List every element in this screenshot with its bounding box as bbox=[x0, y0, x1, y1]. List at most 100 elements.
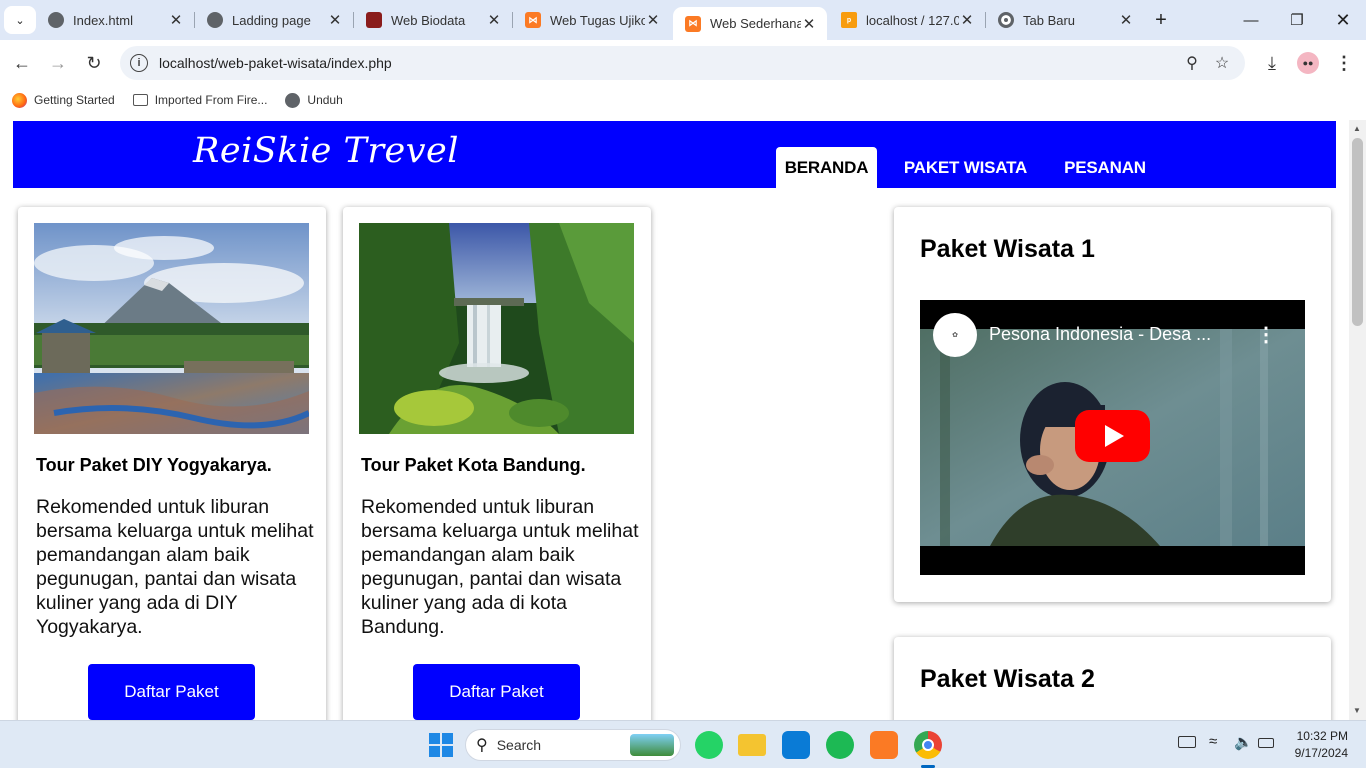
video-title[interactable]: Pesona Indonesia - Desa ... bbox=[989, 324, 1211, 345]
bookmark-imported-folder[interactable]: Imported From Fire... bbox=[132, 93, 267, 107]
play-icon bbox=[1105, 425, 1124, 447]
profile-button[interactable]: ●● bbox=[1293, 48, 1323, 78]
tour-photo-yogyakarta bbox=[34, 223, 309, 434]
bookmark-unduh[interactable]: Unduh bbox=[285, 92, 343, 108]
tab-ladding-page[interactable]: Ladding page ✕ bbox=[195, 0, 353, 40]
chrome-taskbar-icon[interactable] bbox=[914, 731, 942, 759]
start-button[interactable] bbox=[427, 731, 455, 759]
volume-icon[interactable]: 🔈 bbox=[1234, 733, 1253, 751]
new-tab-button[interactable]: + bbox=[1144, 0, 1178, 40]
downloads-button[interactable]: ⤓ bbox=[1257, 48, 1287, 78]
youtube-video-embed[interactable]: ✿ Pesona Indonesia - Desa ... ⋮ bbox=[920, 300, 1305, 575]
file-explorer-taskbar-icon[interactable] bbox=[738, 734, 766, 756]
site-navbar: ReiSkie Trevel BERANDA PAKET WISATA PESA… bbox=[13, 121, 1336, 188]
chrome-icon bbox=[998, 12, 1014, 28]
taskbar-search-box[interactable]: ⚲ Search bbox=[465, 729, 681, 761]
daftar-paket-button[interactable]: Daftar Paket bbox=[88, 664, 255, 720]
close-icon[interactable]: ✕ bbox=[801, 15, 817, 33]
windows-logo-icon bbox=[429, 733, 453, 757]
bookmark-star-icon[interactable]: ☆ bbox=[1207, 53, 1237, 73]
paket-title: Paket Wisata 2 bbox=[920, 665, 1095, 693]
kebab-menu-icon: ⋮ bbox=[1335, 52, 1353, 73]
tour-card-description: Rekomended untuk liburan bersama keluarg… bbox=[361, 496, 639, 638]
clock-date[interactable]: 9/17/2024 bbox=[1280, 746, 1348, 760]
tab-web-biodata[interactable]: Web Biodata ✕ bbox=[354, 0, 512, 40]
tour-card-yogyakarta: Tour Paket DIY Yogyakarya. Rekomended un… bbox=[18, 207, 326, 720]
close-icon[interactable]: ✕ bbox=[168, 11, 184, 29]
nav-pesanan[interactable]: PESANAN bbox=[1053, 147, 1157, 188]
scrollbar-thumb[interactable] bbox=[1352, 138, 1363, 326]
chevron-down-icon: ⌄ bbox=[15, 14, 25, 27]
bookmark-getting-started[interactable]: Getting Started bbox=[12, 92, 115, 108]
tab-index-html[interactable]: Index.html ✕ bbox=[36, 0, 194, 40]
site-brand[interactable]: ReiSkie Trevel bbox=[193, 131, 459, 171]
close-icon[interactable]: ✕ bbox=[1118, 11, 1134, 29]
firefox-icon bbox=[12, 92, 27, 108]
tab-web-tugas-ujikom[interactable]: ⋈ Web Tugas Ujikom ✕ bbox=[513, 0, 671, 40]
address-bar[interactable]: i localhost/web-paket-wisata/index.php ⚲… bbox=[120, 46, 1245, 80]
paket-title: Paket Wisata 1 bbox=[920, 235, 1095, 263]
tab-web-sederhana[interactable]: ⋈ Web Sederhana ✕ bbox=[673, 7, 827, 40]
folder-icon bbox=[132, 94, 148, 106]
bookmarks-bar: Getting Started Imported From Fire... Un… bbox=[0, 86, 1366, 114]
close-icon[interactable]: ✕ bbox=[645, 11, 661, 29]
restore-button[interactable]: ❐ bbox=[1274, 0, 1320, 40]
mountain-landscape-image bbox=[34, 223, 309, 434]
keyboard-icon[interactable] bbox=[1178, 736, 1196, 748]
clock-time[interactable]: 10:32 PM bbox=[1290, 729, 1348, 743]
scroll-up-arrow[interactable]: ▲ bbox=[1353, 124, 1361, 133]
search-icon: ⚲ bbox=[476, 737, 488, 754]
search-placeholder: Search bbox=[496, 737, 542, 753]
page-viewport: ReiSkie Trevel BERANDA PAKET WISATA PESA… bbox=[0, 114, 1349, 720]
forward-button[interactable]: → bbox=[43, 48, 73, 78]
tour-card-title: Tour Paket Kota Bandung. bbox=[361, 455, 586, 475]
tab-phpmyadmin[interactable]: p localhost / 127.0 ✕ bbox=[829, 0, 985, 40]
phpmyadmin-icon: p bbox=[841, 12, 857, 28]
channel-avatar[interactable]: ✿ bbox=[933, 313, 977, 357]
reload-button[interactable]: ↻ bbox=[79, 48, 109, 78]
chrome-center-dot bbox=[922, 739, 934, 751]
menu-button[interactable]: ⋮ bbox=[1329, 48, 1359, 78]
paket-wisata-2-panel: Paket Wisata 2 bbox=[894, 637, 1331, 720]
zoom-icon[interactable]: ⚲ bbox=[1177, 53, 1207, 73]
tab-strip: ⌄ Index.html ✕ Ladding page ✕ Web Biodat… bbox=[0, 0, 1366, 40]
page-scrollbar[interactable]: ▲ ▼ bbox=[1349, 120, 1366, 720]
back-button[interactable]: ← bbox=[7, 48, 37, 78]
tour-card-title: Tour Paket DIY Yogyakarya. bbox=[36, 455, 272, 475]
minimize-button[interactable]: — bbox=[1228, 0, 1274, 40]
paket-wisata-1-panel: Paket Wisata 1 ✿ Pesona Indonesia - Desa… bbox=[894, 207, 1331, 602]
xampp-taskbar-icon[interactable] bbox=[870, 731, 898, 759]
scroll-down-arrow[interactable]: ▼ bbox=[1353, 706, 1361, 715]
whatsapp-taskbar-icon[interactable] bbox=[695, 731, 723, 759]
tour-card-bandung: Tour Paket Kota Bandung. Rekomended untu… bbox=[343, 207, 651, 720]
reload-icon: ↻ bbox=[86, 52, 102, 73]
nav-beranda[interactable]: BERANDA bbox=[776, 147, 877, 188]
tab-search-button[interactable]: ⌄ bbox=[4, 6, 36, 34]
restore-icon: ❐ bbox=[1290, 12, 1304, 29]
arrow-right-icon: → bbox=[49, 52, 67, 73]
close-icon[interactable]: ✕ bbox=[959, 11, 975, 29]
tab-tab-baru[interactable]: Tab Baru ✕ bbox=[986, 0, 1144, 40]
close-icon[interactable]: ✕ bbox=[327, 11, 343, 29]
browser-toolbar: ← → ↻ i localhost/web-paket-wisata/index… bbox=[0, 40, 1366, 86]
kebab-menu-icon[interactable]: ⋮ bbox=[1256, 322, 1276, 347]
battery-icon[interactable] bbox=[1258, 738, 1274, 748]
plus-icon: + bbox=[1155, 8, 1167, 31]
arrow-left-icon: ← bbox=[13, 52, 31, 73]
globe-icon bbox=[48, 12, 64, 28]
spotify-taskbar-icon[interactable] bbox=[826, 731, 854, 759]
xampp-icon: ⋈ bbox=[525, 12, 541, 28]
nav-paket-wisata[interactable]: PAKET WISATA bbox=[889, 147, 1042, 188]
daftar-paket-button[interactable]: Daftar Paket bbox=[413, 664, 580, 720]
wifi-icon[interactable]: ≈ bbox=[1209, 733, 1217, 750]
url-text[interactable]: localhost/web-paket-wisata/index.php bbox=[159, 55, 1177, 71]
play-button[interactable] bbox=[1075, 410, 1150, 462]
xampp-icon: ⋈ bbox=[685, 15, 701, 32]
close-window-button[interactable]: ✕ bbox=[1320, 0, 1366, 40]
site-info-icon[interactable]: i bbox=[130, 54, 148, 72]
vscode-taskbar-icon[interactable] bbox=[782, 731, 810, 759]
waterfall-image bbox=[359, 223, 634, 434]
profile-photo-icon bbox=[366, 12, 382, 28]
minimize-icon: — bbox=[1243, 11, 1259, 29]
close-icon[interactable]: ✕ bbox=[486, 11, 502, 29]
